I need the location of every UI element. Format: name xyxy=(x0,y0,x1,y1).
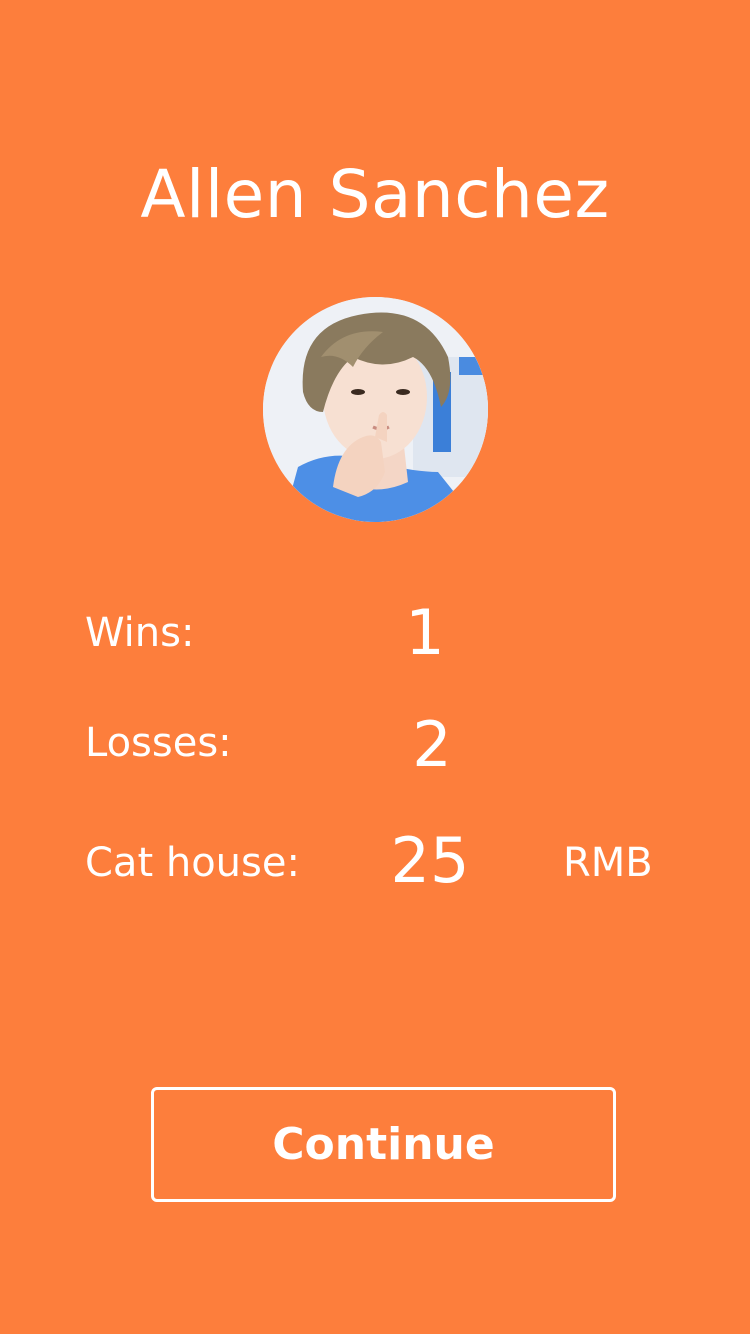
continue-button[interactable]: Continue xyxy=(151,1087,616,1202)
avatar xyxy=(263,297,488,522)
cat-house-label: Cat house: xyxy=(85,840,300,886)
losses-value: 2 xyxy=(412,708,452,781)
wins-label: Wins: xyxy=(85,610,195,656)
player-name: Allen Sanchez xyxy=(140,156,610,233)
cat-house-unit: RMB xyxy=(563,840,653,886)
losses-label: Losses: xyxy=(85,720,232,766)
cat-house-value: 25 xyxy=(390,824,470,897)
wins-value: 1 xyxy=(405,596,445,669)
avatar-photo-icon xyxy=(263,297,488,522)
